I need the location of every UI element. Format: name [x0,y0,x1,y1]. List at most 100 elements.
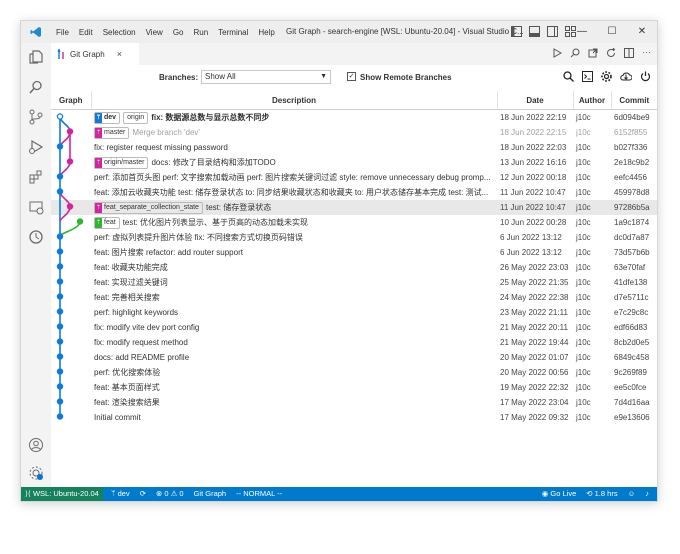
table-row[interactable]: feat: 完善相关搜索 24 May 2022 22:38 j10c d7e5711… [51,290,657,305]
commit-node[interactable] [56,353,64,360]
commit-node[interactable] [66,203,74,210]
refresh-icon[interactable] [606,48,616,58]
table-row[interactable]: feat: 渲染搜索结果 17 May 2022 23:04 j10c 7d4d16a… [51,395,657,410]
remote-indicator[interactable]: ⟩⟨ WSL: Ubuntu-20.04 [21,487,103,501]
commit-node[interactable] [56,293,64,300]
explorer-icon[interactable] [28,49,44,65]
table-row[interactable]: ᛘ feat test: 优化图片列表显示、基于页高的动态加载未实现 10 Jun 2… [51,215,657,230]
commit-node[interactable] [56,233,64,240]
commit-node[interactable] [56,308,64,315]
table-row[interactable]: perf: 优化搜索体验 20 May 2022 00:56 j10c 9c269f8… [51,365,657,380]
branches-dropdown[interactable]: Show All ▼ [201,70,331,84]
menu-file[interactable]: File [51,28,74,37]
extensions-icon[interactable] [28,169,44,185]
problems-status[interactable]: ⊗ 0 ⚠ 0 [156,487,184,501]
fetch-cloud-icon[interactable] [620,71,632,82]
table-row[interactable]: perf: 添加首页头图 perf: 文字搜索加载动画 perf: 图片搜索关键… [51,170,657,185]
table-row[interactable]: docs: add README profile 20 May 2022 01:0… [51,350,657,365]
toggle-panel-icon[interactable] [529,26,540,37]
sync-icon[interactable]: ⟳ [140,487,146,501]
table-row[interactable]: perf: highlight keywords 23 May 2022 21:1… [51,305,657,320]
commit-node[interactable] [66,158,74,165]
table-row[interactable]: feat: 实现过滤关键词 25 May 2022 21:35 j10c 41dfe1… [51,275,657,290]
table-row[interactable]: fix: register request missing password 18… [51,140,657,155]
git-graph-status[interactable]: Git Graph [194,487,227,501]
table-row[interactable]: ᛘ origin/master docs: 修改了目录结构和添加TODO 13 Jun… [51,155,657,170]
table-row[interactable]: fix: modify request method 21 May 2022 19… [51,335,657,350]
find-commit-icon[interactable] [563,71,574,82]
split-editor-icon[interactable] [624,48,634,58]
more-actions-icon[interactable]: ··· [642,48,651,58]
menu-view[interactable]: View [141,28,168,37]
commit-node[interactable] [56,248,64,255]
ref-badge[interactable]: ᛘ feat [94,216,120,229]
go-live-button[interactable]: ◉ Go Live [542,487,577,501]
table-row-selected[interactable]: ᛘ feat_separate_collection_state test: 储存登… [51,200,657,215]
col-commit[interactable]: Commit [611,91,657,110]
toggle-sidebar-icon[interactable] [511,26,522,37]
ref-badge[interactable]: ᛘ origin/master [94,156,149,169]
commit-node[interactable] [56,278,64,285]
menu-help[interactable]: Help [253,28,279,37]
ref-badge[interactable]: ᛘ dev [94,111,121,124]
ref-badge-remote[interactable]: origin [123,111,149,124]
terminal-icon[interactable] [582,71,593,82]
table-row[interactable]: feat: 图片搜索 refactor: add router support 6… [51,245,657,260]
source-control-icon[interactable] [28,109,44,125]
ref-badge[interactable]: ᛘ master [94,126,130,139]
timeline-icon[interactable] [28,229,44,245]
ref-badge[interactable]: ᛘ feat_separate_collection_state [94,201,203,214]
table-row[interactable]: feat: 收藏夹功能完成 26 May 2022 23:03 j10c 63e70f… [51,260,657,275]
maximize-icon[interactable]: ☐ [597,21,627,43]
close-tab-icon[interactable]: × [117,49,122,59]
menu-run[interactable]: Run [188,28,213,37]
remote-explorer-icon[interactable] [28,199,44,215]
manage-gear-icon[interactable] [28,465,44,481]
menu-terminal[interactable]: Terminal [213,28,253,37]
time-tracker-status[interactable]: ⟲ 1.8 hrs [586,487,617,501]
feedback-icon[interactable]: ☺ [628,487,636,501]
commit-node[interactable] [56,188,64,195]
commit-node[interactable] [56,143,64,150]
commit-node[interactable] [76,218,84,225]
col-description[interactable]: Description [91,91,498,110]
settings-gear-icon[interactable] [601,71,612,82]
accounts-icon[interactable] [28,437,44,453]
table-row[interactable]: perf: 虚拟列表提升图片体验 fix: 不同搜索方式切换页码错误 6 Jun … [51,230,657,245]
table-row[interactable]: Initial commit 17 May 2022 09:32 j10c e9e13… [51,410,657,425]
menu-edit[interactable]: Edit [74,28,98,37]
close-window-icon[interactable]: ✕ [627,21,657,43]
show-remote-checkbox[interactable]: ✓ [347,72,356,81]
table-row[interactable]: feat: 基本页面样式 19 May 2022 22:32 j10c ee5c0fc… [51,380,657,395]
open-external-icon[interactable] [588,48,598,58]
menu-go[interactable]: Go [168,28,189,37]
table-row[interactable]: ᛘ master Merge branch 'dev' 18 Jun 2022 22:… [51,125,657,140]
find-icon[interactable] [570,48,580,58]
col-date[interactable]: Date [497,91,574,110]
refresh-graph-icon[interactable] [640,71,651,82]
minimize-icon[interactable]: — [567,21,597,43]
commit-node[interactable] [56,113,64,120]
menu-selection[interactable]: Selection [98,28,141,37]
commit-node[interactable] [56,263,64,270]
commit-node[interactable] [66,128,74,135]
tab-git-graph[interactable]: Git Graph × [51,43,139,65]
commit-node[interactable] [56,338,64,345]
search-icon[interactable] [28,79,44,95]
commit-node[interactable] [56,383,64,390]
commit-node[interactable] [56,368,64,375]
commit-node[interactable] [56,323,64,330]
branch-status[interactable]: ᛘ dev [111,487,130,501]
run-debug-icon[interactable] [28,139,44,155]
table-row[interactable]: feat: 添加云收藏夹功能 test: 储存登录状态 to: 同步结果收藏状态… [51,185,657,200]
table-row[interactable]: fix: modify vite dev port config 21 May 2… [51,320,657,335]
commit-node[interactable] [56,398,64,405]
run-icon[interactable] [552,48,562,58]
table-row[interactable]: ᛘ dev origin fix: 数据源总数与显示总数不同步 18 Jun 2022 … [51,110,657,126]
col-author[interactable]: Author [573,91,612,110]
toggle-secondary-sidebar-icon[interactable] [547,26,558,37]
col-graph[interactable]: Graph [51,91,92,110]
commit-node[interactable] [56,173,64,180]
notifications-bell-icon[interactable]: ♪ [645,487,649,501]
commit-node[interactable] [56,413,64,420]
